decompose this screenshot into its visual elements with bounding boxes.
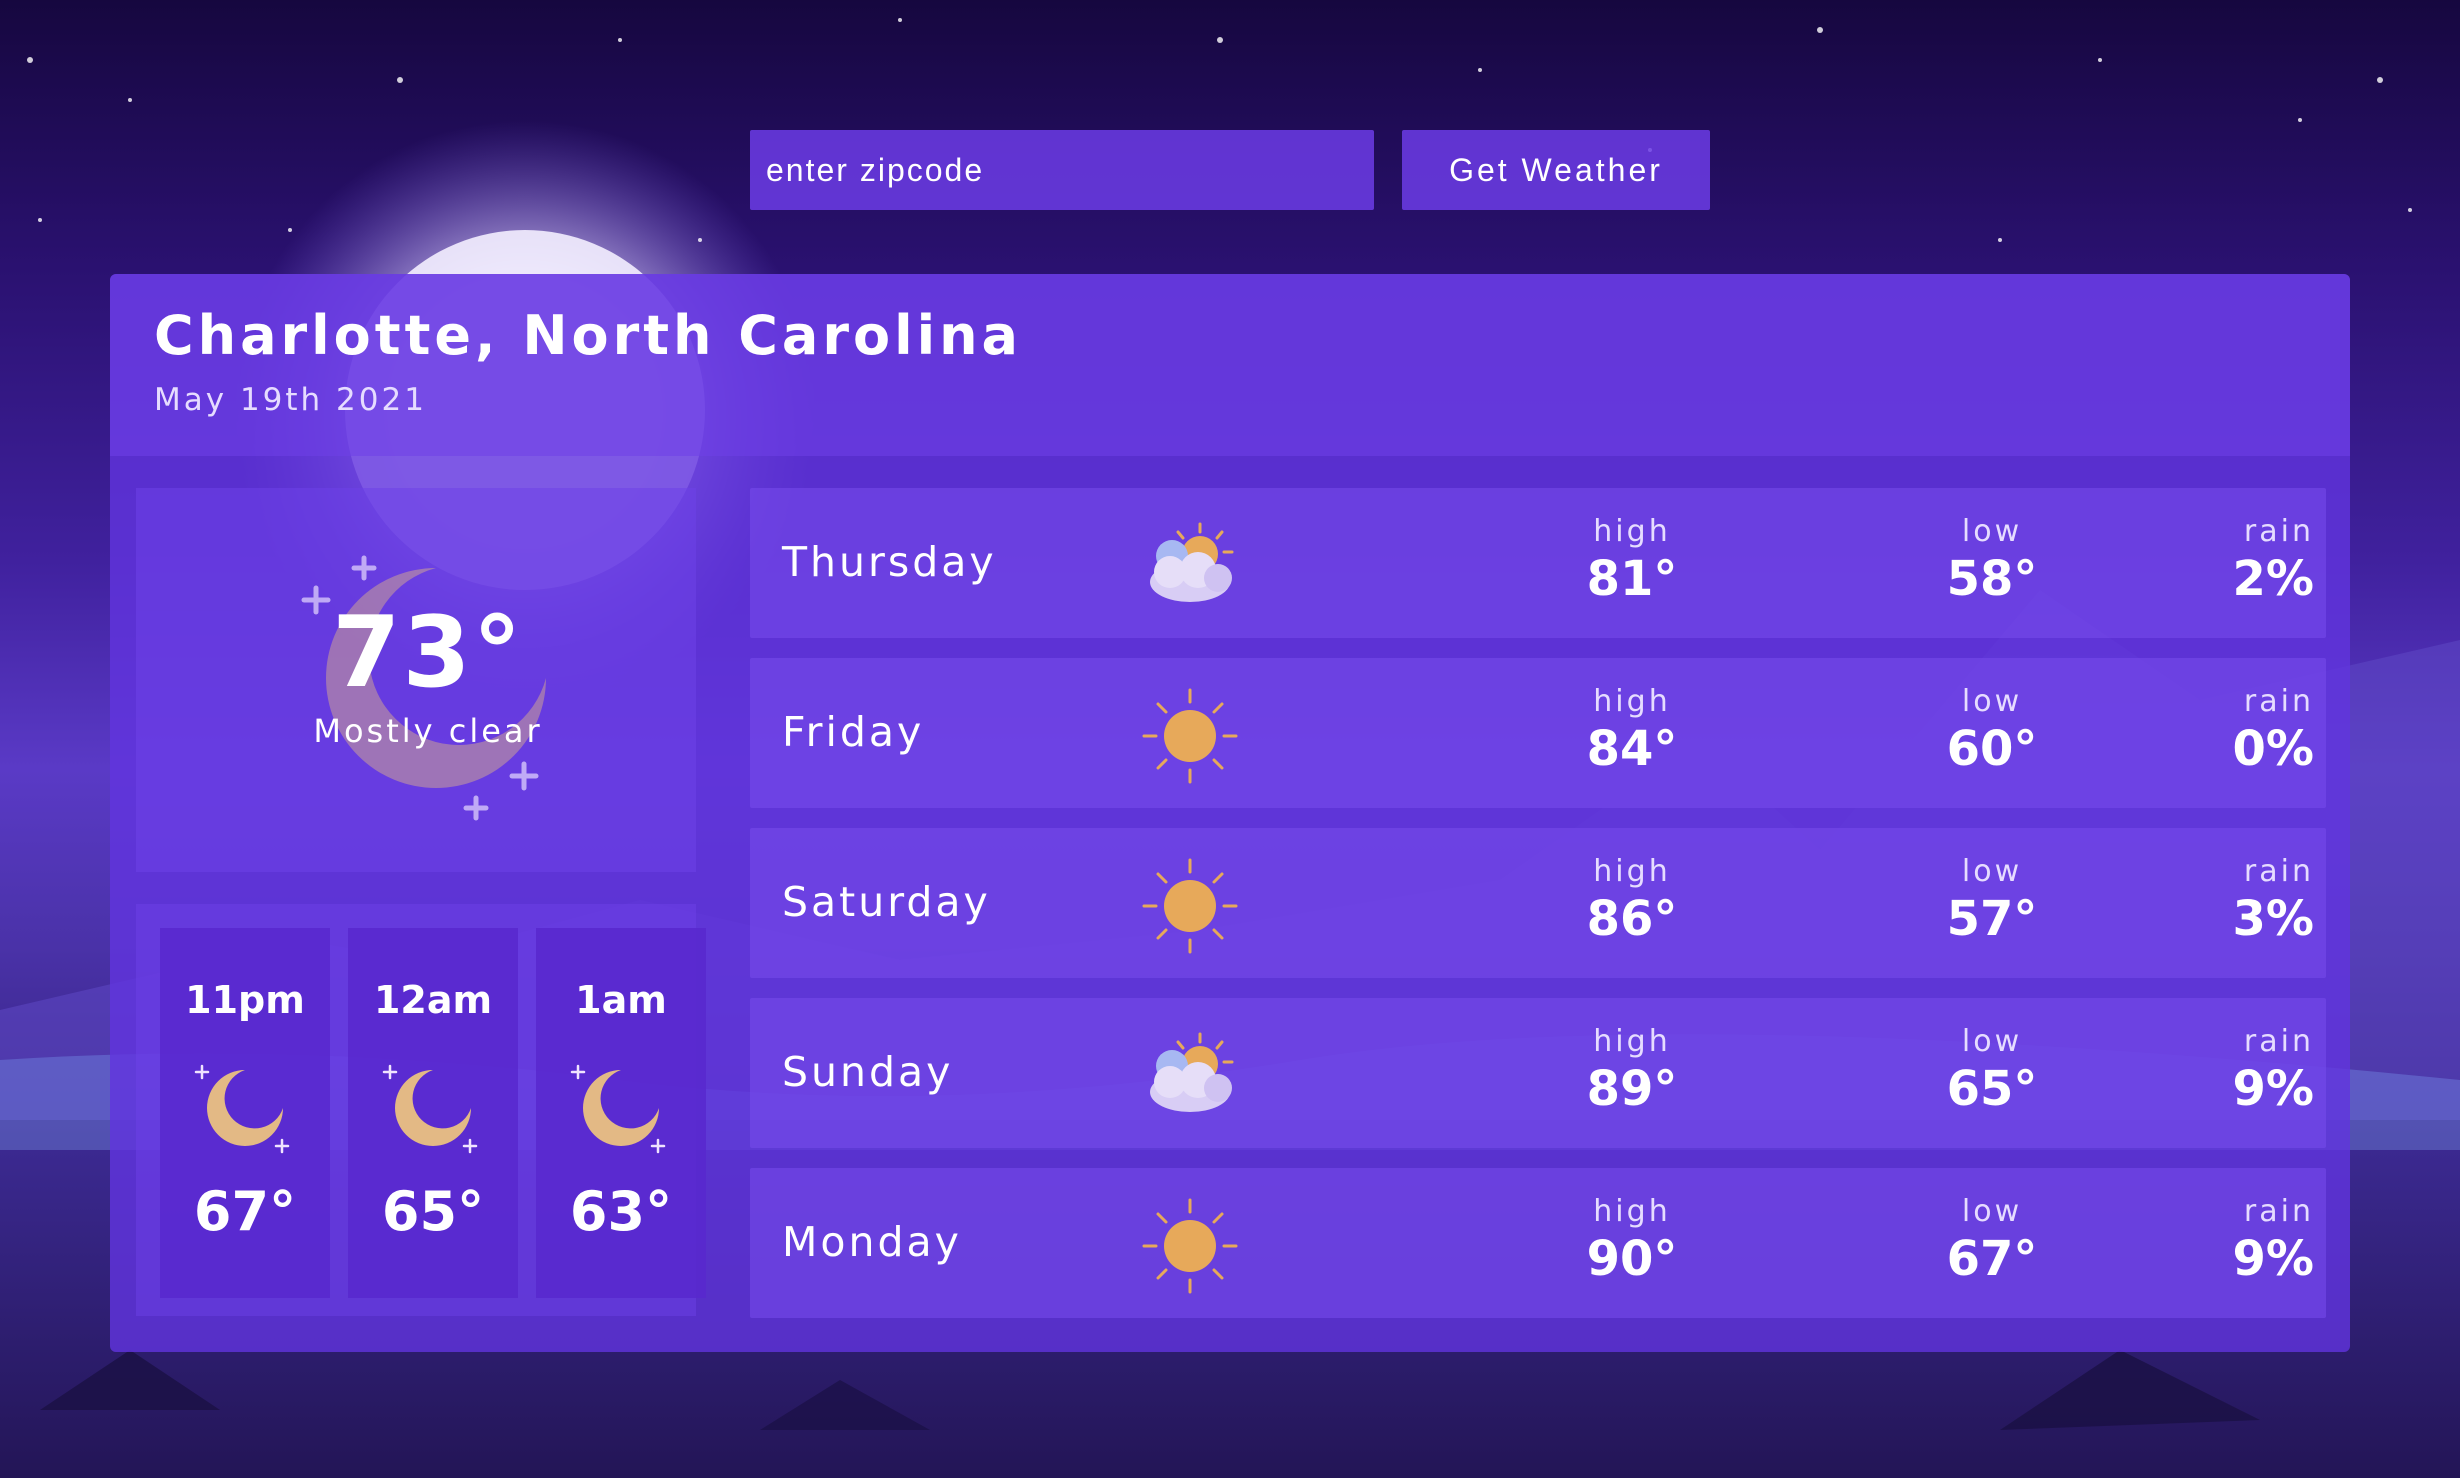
hour-temperature: 65° [381, 1180, 485, 1243]
search-bar: Get Weather [750, 130, 1710, 210]
hour-time: 1am [575, 978, 667, 1022]
hour-temperature: 63° [569, 1180, 673, 1243]
rain-value: 0% [2232, 721, 2315, 777]
low-value: 58° [1946, 551, 2038, 607]
low-label: low [1961, 1194, 2023, 1229]
rain-label: rain [2243, 514, 2314, 549]
high-temperature: high 84° [1532, 684, 1732, 777]
high-temperature: high 90° [1532, 1194, 1732, 1287]
day-name: Thursday [782, 538, 997, 586]
current-temperature: 73° [332, 596, 524, 710]
high-temperature: high 86° [1532, 854, 1732, 947]
get-weather-button[interactable]: Get Weather [1402, 130, 1710, 210]
rain-chance: rain 0% [2154, 684, 2315, 777]
current-conditions: 73° Mostly clear [136, 488, 696, 872]
rain-chance: rain 3% [2154, 854, 2315, 947]
rain-label: rain [2243, 1194, 2314, 1229]
forecast-row-monday: Monday high 90° low 67° rain 9% [750, 1168, 2326, 1318]
high-temperature: high 81° [1532, 514, 1732, 607]
partly-cloudy-icon [1150, 1032, 1234, 1112]
hourly-forecast: 11pm 67° 12am 65° 1am 63° [136, 904, 706, 1316]
day-name: Sunday [782, 1048, 954, 1096]
rain-value: 3% [2232, 891, 2315, 947]
high-label: high [1593, 684, 1671, 719]
low-label: low [1961, 1024, 2023, 1059]
sun-icon [1142, 1198, 1238, 1294]
high-value: 86° [1586, 891, 1678, 947]
moon-icon [382, 1064, 478, 1154]
forecast-row-friday: Friday high 84° low 60° rain 0% [750, 658, 2326, 808]
low-value: 67° [1946, 1231, 2038, 1287]
high-value: 81° [1586, 551, 1678, 607]
day-name: Saturday [782, 878, 991, 926]
day-name: Monday [782, 1218, 962, 1266]
high-label: high [1593, 514, 1671, 549]
hourly-item: 12am 65° [348, 928, 518, 1298]
high-value: 90° [1586, 1231, 1678, 1287]
low-temperature: low 60° [1892, 684, 2092, 777]
rain-label: rain [2243, 854, 2314, 889]
high-label: high [1593, 854, 1671, 889]
low-value: 60° [1946, 721, 2038, 777]
rain-chance: rain 9% [2154, 1194, 2315, 1287]
day-name: Friday [782, 708, 925, 756]
rain-value: 9% [2232, 1061, 2315, 1117]
zipcode-input[interactable] [750, 130, 1374, 210]
rain-label: rain [2243, 1024, 2314, 1059]
low-value: 65° [1946, 1061, 2038, 1117]
rain-value: 2% [2232, 551, 2315, 607]
hourly-item: 1am 63° [536, 928, 706, 1298]
hourly-item: 11pm 67° [160, 928, 330, 1298]
sun-icon [1142, 858, 1238, 954]
card-header: Charlotte, North Carolina May 19th 2021 [110, 274, 2350, 456]
high-temperature: high 89° [1532, 1024, 1732, 1117]
high-label: high [1593, 1194, 1671, 1229]
rain-label: rain [2243, 684, 2314, 719]
low-label: low [1961, 514, 2023, 549]
low-label: low [1961, 684, 2023, 719]
forecast-row-saturday: Saturday high 86° low 57° rain 3% [750, 828, 2326, 978]
current-condition: Mostly clear [313, 712, 543, 750]
high-value: 89° [1586, 1061, 1678, 1117]
forecast-row-thursday: Thursday high 81° low 58° rain 2% [750, 488, 2326, 638]
forecast-row-sunday: Sunday high 89° low 65° rain 9% [750, 998, 2326, 1148]
hour-time: 11pm [185, 978, 305, 1022]
weather-card: Charlotte, North Carolina May 19th 2021 … [110, 274, 2350, 1352]
low-temperature: low 57° [1892, 854, 2092, 947]
low-value: 57° [1946, 891, 2038, 947]
hour-time: 12am [373, 978, 493, 1022]
rain-chance: rain 9% [2154, 1024, 2315, 1117]
moon-icon [570, 1064, 666, 1154]
partly-cloudy-icon [1150, 522, 1234, 602]
high-label: high [1593, 1024, 1671, 1059]
rain-value: 9% [2232, 1231, 2315, 1287]
sun-icon [1142, 688, 1238, 784]
low-temperature: low 65° [1892, 1024, 2092, 1117]
daily-forecast: Thursday high 81° low 58° rain 2% Friday… [750, 488, 2326, 1318]
low-temperature: low 58° [1892, 514, 2092, 607]
rain-chance: rain 2% [2154, 514, 2315, 607]
high-value: 84° [1586, 721, 1678, 777]
moon-icon [194, 1064, 290, 1154]
date-label: May 19th 2021 [154, 382, 427, 418]
low-label: low [1961, 854, 2023, 889]
low-temperature: low 67° [1892, 1194, 2092, 1287]
location-title: Charlotte, North Carolina [154, 304, 1022, 367]
hour-temperature: 67° [193, 1180, 297, 1243]
